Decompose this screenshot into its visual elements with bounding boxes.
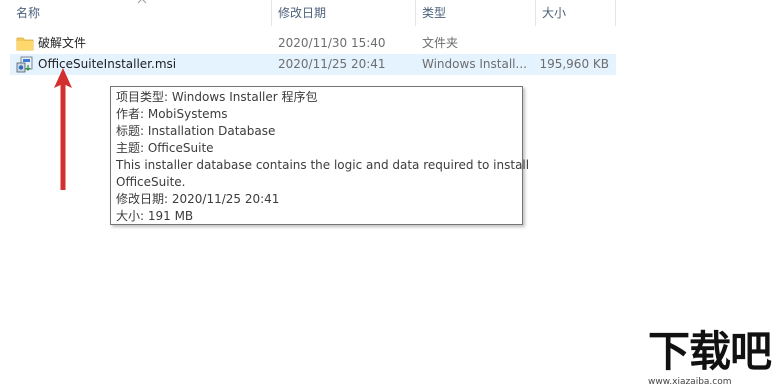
watermark-brand: 下载吧 — [648, 327, 772, 376]
column-header-date-label: 修改日期 — [278, 6, 327, 20]
file-type: Windows Install... — [422, 57, 527, 71]
column-header-type-label: 类型 — [422, 6, 447, 20]
column-header-name-label: 名称 — [16, 6, 41, 20]
column-header-bar: 名称 修改日期 类型 大小 — [0, 0, 784, 26]
file-size: 195,960 KB — [539, 57, 609, 71]
msi-installer-icon — [16, 56, 33, 73]
column-header-name[interactable]: 名称 — [10, 0, 272, 26]
file-date: 2020/11/25 20:41 — [278, 57, 386, 71]
folder-icon — [16, 37, 34, 51]
column-header-date[interactable]: 修改日期 — [272, 0, 416, 26]
watermark-url: www.xiazaiba.com — [648, 377, 732, 387]
tooltip-subject: 主题: OfficeSuite — [116, 141, 214, 155]
file-name: 破解文件 — [38, 36, 87, 50]
tooltip-author: 作者: MobiSystems — [116, 107, 228, 121]
file-date: 2020/11/30 15:40 — [278, 36, 386, 50]
file-info-tooltip: 项目类型: Windows Installer 程序包 作者: MobiSyst… — [110, 86, 530, 225]
tooltip-comment-line-1: This installer database contains the log… — [116, 158, 530, 172]
file-explorer-window: 名称 修改日期 类型 大小 破解文件 2020/11/30 15:40 文件夹 — [0, 0, 784, 387]
tooltip-title: 标题: Installation Database — [116, 124, 276, 138]
file-row-msi[interactable]: OfficeSuiteInstaller.msi 2020/11/25 20:4… — [10, 54, 616, 75]
file-size — [539, 33, 609, 54]
file-type: 文件夹 — [422, 36, 459, 50]
file-row-folder[interactable]: 破解文件 2020/11/30 15:40 文件夹 — [10, 33, 616, 54]
tooltip-comment-line-2: OfficeSuite. — [116, 175, 186, 189]
column-header-size[interactable]: 大小 — [536, 0, 616, 26]
column-header-type[interactable]: 类型 — [416, 0, 536, 26]
red-annotation-arrow — [54, 68, 72, 190]
tooltip-item-type: 项目类型: Windows Installer 程序包 — [116, 90, 318, 104]
tooltip-modified-date: 修改日期: 2020/11/25 20:41 — [116, 192, 280, 206]
tooltip-size: 大小: 191 MB — [116, 209, 194, 223]
column-header-size-label: 大小 — [542, 6, 567, 20]
site-watermark-logo: 下载吧 www.xiazaiba.com — [646, 327, 784, 387]
